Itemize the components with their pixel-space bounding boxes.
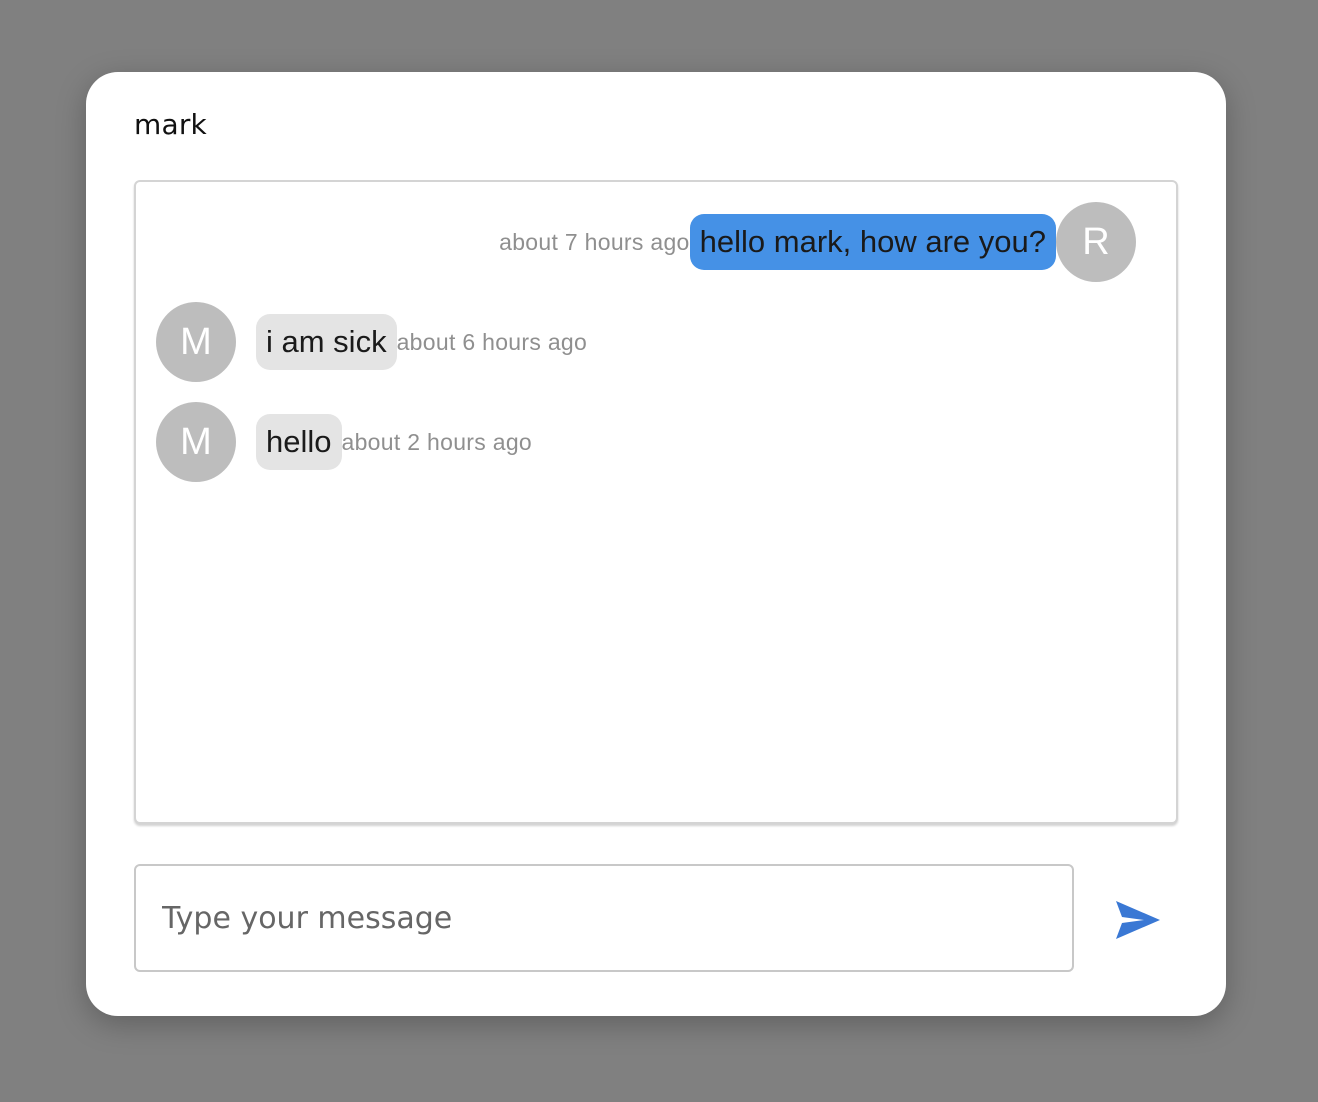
chat-title: mark [134, 108, 207, 141]
avatar: M [156, 402, 236, 482]
message-bubble-incoming: i am sick [256, 314, 397, 370]
message-input[interactable] [134, 864, 1074, 972]
message-bubble-incoming: hello [256, 414, 342, 470]
send-icon [1116, 901, 1160, 939]
message-row-incoming: M i am sick about 6 hours ago [156, 302, 587, 382]
message-list[interactable]: about 7 hours ago hello mark, how are yo… [134, 180, 1178, 824]
message-row-incoming: M hello about 2 hours ago [156, 402, 532, 482]
message-timestamp: about 2 hours ago [341, 428, 533, 455]
message-row-outgoing: about 7 hours ago hello mark, how are yo… [499, 202, 1136, 282]
message-bubble-outgoing: hello mark, how are you? [689, 214, 1056, 270]
message-timestamp: about 6 hours ago [396, 328, 588, 355]
avatar: R [1056, 202, 1136, 282]
chat-dialog: mark about 7 hours ago hello mark, how a… [86, 72, 1226, 1016]
message-timestamp: about 7 hours ago [499, 228, 690, 255]
send-button[interactable] [1106, 890, 1170, 950]
avatar: M [156, 302, 236, 382]
